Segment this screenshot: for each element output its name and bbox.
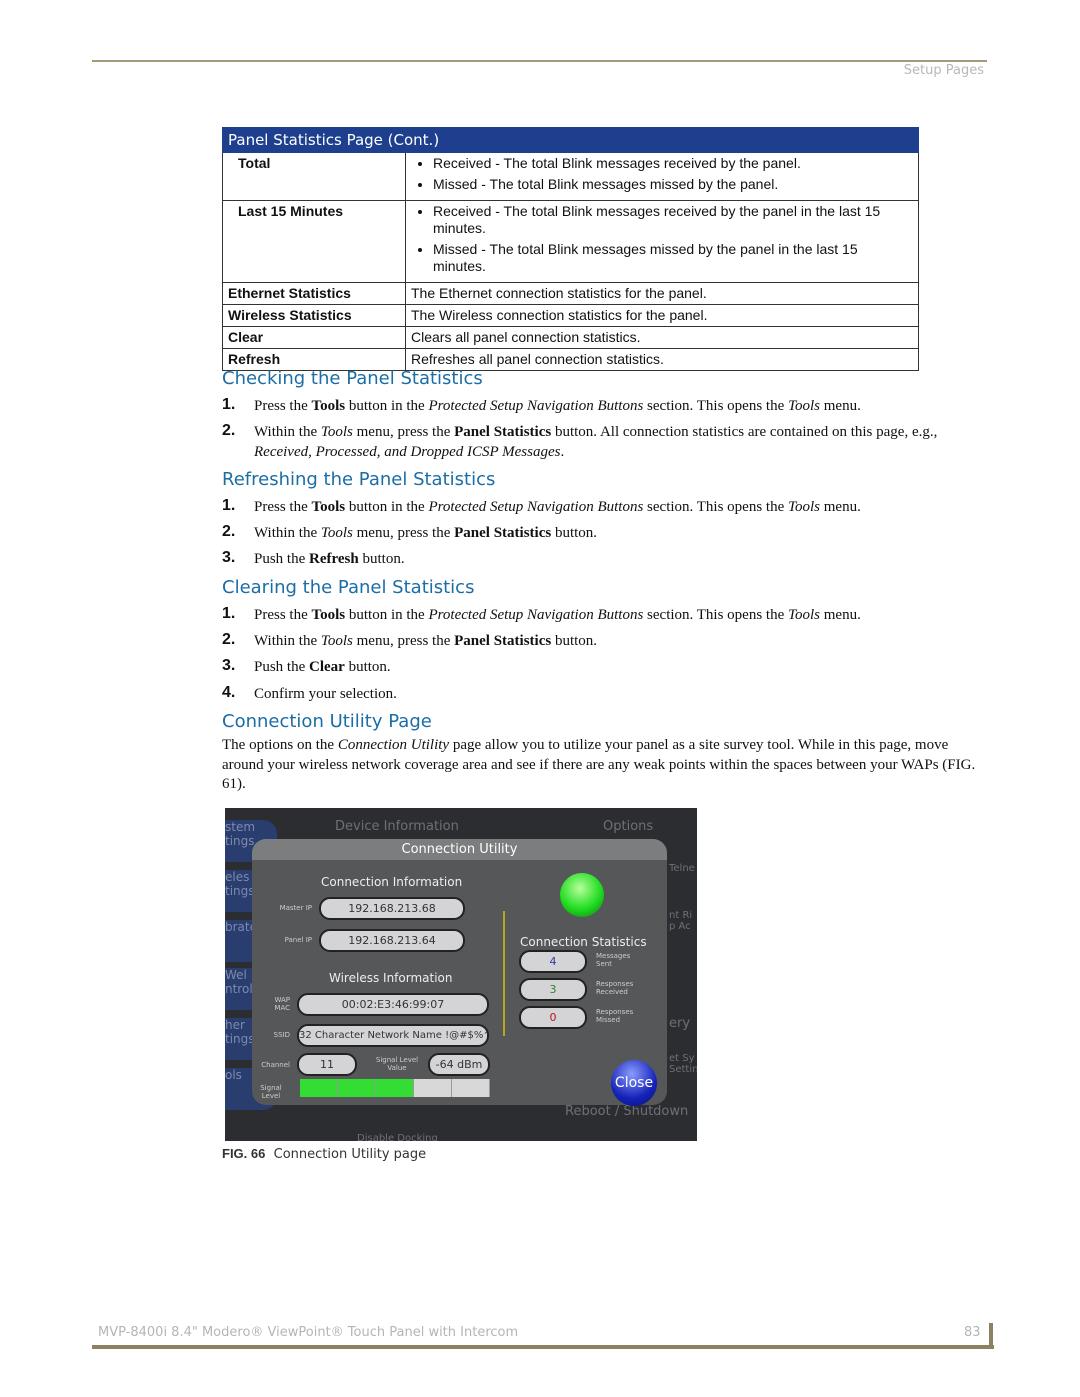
row-key: Clear	[222, 326, 406, 349]
signal-bar	[376, 1079, 414, 1097]
panel-ip-label: Panel IP	[284, 936, 312, 944]
document-page: Setup Pages Panel Statistics Page (Cont.…	[0, 0, 1080, 1397]
table-row: Wireless Statistics The Wireless connecti…	[222, 304, 919, 327]
signal-value-field: -64 dBm	[428, 1053, 490, 1076]
header-rule	[92, 60, 987, 62]
step: 1. Press the Tools button in the Protecte…	[222, 605, 861, 623]
step: 3. Push the Clear button.	[222, 657, 391, 675]
row-key: Wireless Statistics	[222, 304, 406, 327]
signal-value-label: Signal Level Value	[375, 1056, 419, 1072]
table-row: Total Received - The total Blink message…	[222, 152, 919, 201]
master-ip-field: 192.168.213.68	[319, 897, 465, 920]
section-heading: Checking the Panel Statistics	[222, 368, 483, 389]
row-key: Total	[222, 152, 406, 201]
row-desc: Clears all panel connection statistics.	[405, 326, 919, 349]
step: 2. Within the Tools menu, press the Panel…	[222, 631, 598, 649]
step: 2. Within the Tools menu, press the Panel…	[222, 523, 598, 541]
ssid-label: SSID	[273, 1031, 290, 1039]
row-bullet: Missed - The total Blink messages missed…	[433, 241, 913, 275]
panel-ip-field: 192.168.213.64	[319, 929, 465, 952]
master-ip-label: Master IP	[279, 904, 312, 912]
step: 2. Within the Tools menu, press the Panel…	[222, 422, 938, 460]
row-key: Last 15 Minutes	[222, 200, 406, 283]
section-heading: Refreshing the Panel Statistics	[222, 469, 496, 490]
dialog-title: Connection Utility	[252, 839, 667, 860]
stats-heading: Connection Statistics	[520, 935, 647, 949]
bg-right-label: et Sy Settin	[669, 1053, 697, 1075]
stat-value: 4	[519, 950, 587, 973]
signal-bar	[300, 1079, 338, 1097]
connection-status-led	[560, 873, 604, 917]
stat-label: Messages Sent	[596, 952, 631, 968]
signal-bar	[414, 1079, 452, 1097]
signal-bar	[452, 1079, 490, 1097]
bg-right-label: Telne	[669, 863, 695, 874]
step: 4. Confirm your selection.	[222, 684, 397, 702]
table-row: Ethernet Statistics The Ethernet connecti…	[222, 282, 919, 305]
channel-label: Channel	[261, 1061, 290, 1069]
header-section: Setup Pages	[903, 63, 984, 78]
stat-label: Responses Missed	[596, 1008, 634, 1024]
step: 3. Push the Refresh button.	[222, 549, 405, 567]
channel-field: 11	[297, 1053, 357, 1076]
row-key: Ethernet Statistics	[222, 282, 406, 305]
stat-value: 3	[519, 978, 587, 1001]
section-heading: Connection Utility Page	[222, 711, 432, 732]
table-title: Panel Statistics Page (Cont.)	[222, 127, 919, 153]
signal-bar	[338, 1079, 376, 1097]
step: 1. Press the Tools button in the Protecte…	[222, 497, 861, 515]
footer-title: MVP-8400i 8.4" Modero® ViewPoint® Touch …	[98, 1325, 519, 1340]
stat-label: Responses Received	[596, 980, 634, 996]
panel-statistics-table: Panel Statistics Page (Cont.) Total Rece…	[222, 127, 919, 371]
bg-tab: Device Information	[335, 819, 459, 834]
footer-rule	[92, 1345, 994, 1349]
connection-info-heading: Connection Information	[321, 875, 463, 889]
divider	[503, 911, 505, 1036]
row-desc: The Wireless connection statistics for t…	[405, 304, 919, 327]
page-number: 83	[964, 1325, 981, 1340]
row-bullet: Received - The total Blink messages rece…	[433, 155, 913, 172]
bg-right-label: ery	[669, 1016, 691, 1031]
connection-utility-dialog: Connection Utility Connection Informatio…	[252, 839, 667, 1106]
figure-caption: FIG. 66 Connection Utility page	[222, 1146, 426, 1162]
close-button[interactable]: Close	[611, 1060, 657, 1106]
connection-utility-screenshot: Device Information Options Reboot / Shut…	[225, 808, 697, 1141]
section-heading: Clearing the Panel Statistics	[222, 577, 475, 598]
body-paragraph: The options on the Connection Utility pa…	[222, 737, 976, 792]
wireless-info-heading: Wireless Information	[329, 971, 453, 985]
bg-tab: Options	[603, 819, 654, 834]
figure-caption-text: Connection Utility page	[273, 1147, 427, 1162]
table-row: Last 15 Minutes Received - The total Bli…	[222, 200, 919, 283]
figure-label: FIG. 66	[222, 1146, 266, 1161]
row-bullet: Received - The total Blink messages rece…	[433, 203, 913, 237]
step: 1. Press the Tools button in the Protecte…	[222, 396, 861, 414]
bg-tab: Reboot / Shutdown	[565, 1104, 689, 1119]
row-desc: The Ethernet connection statistics for t…	[405, 282, 919, 305]
bg-tab: Disable Docking	[357, 1133, 438, 1141]
wap-mac-field: 00:02:E3:46:99:07	[297, 993, 489, 1016]
wap-mac-label: WAP MAC	[274, 996, 290, 1012]
bg-right-label: nt Ri p Ac	[669, 910, 693, 932]
ssid-field: 32 Character Network Name !@#$%^	[297, 1024, 489, 1047]
footer-rule-vertical	[989, 1323, 993, 1349]
row-bullet: Missed - The total Blink messages missed…	[433, 176, 913, 193]
table-row: Clear Clears all panel connection statist…	[222, 326, 919, 349]
signal-level-label: Signal Level	[260, 1084, 282, 1100]
stat-value: 0	[519, 1006, 587, 1029]
